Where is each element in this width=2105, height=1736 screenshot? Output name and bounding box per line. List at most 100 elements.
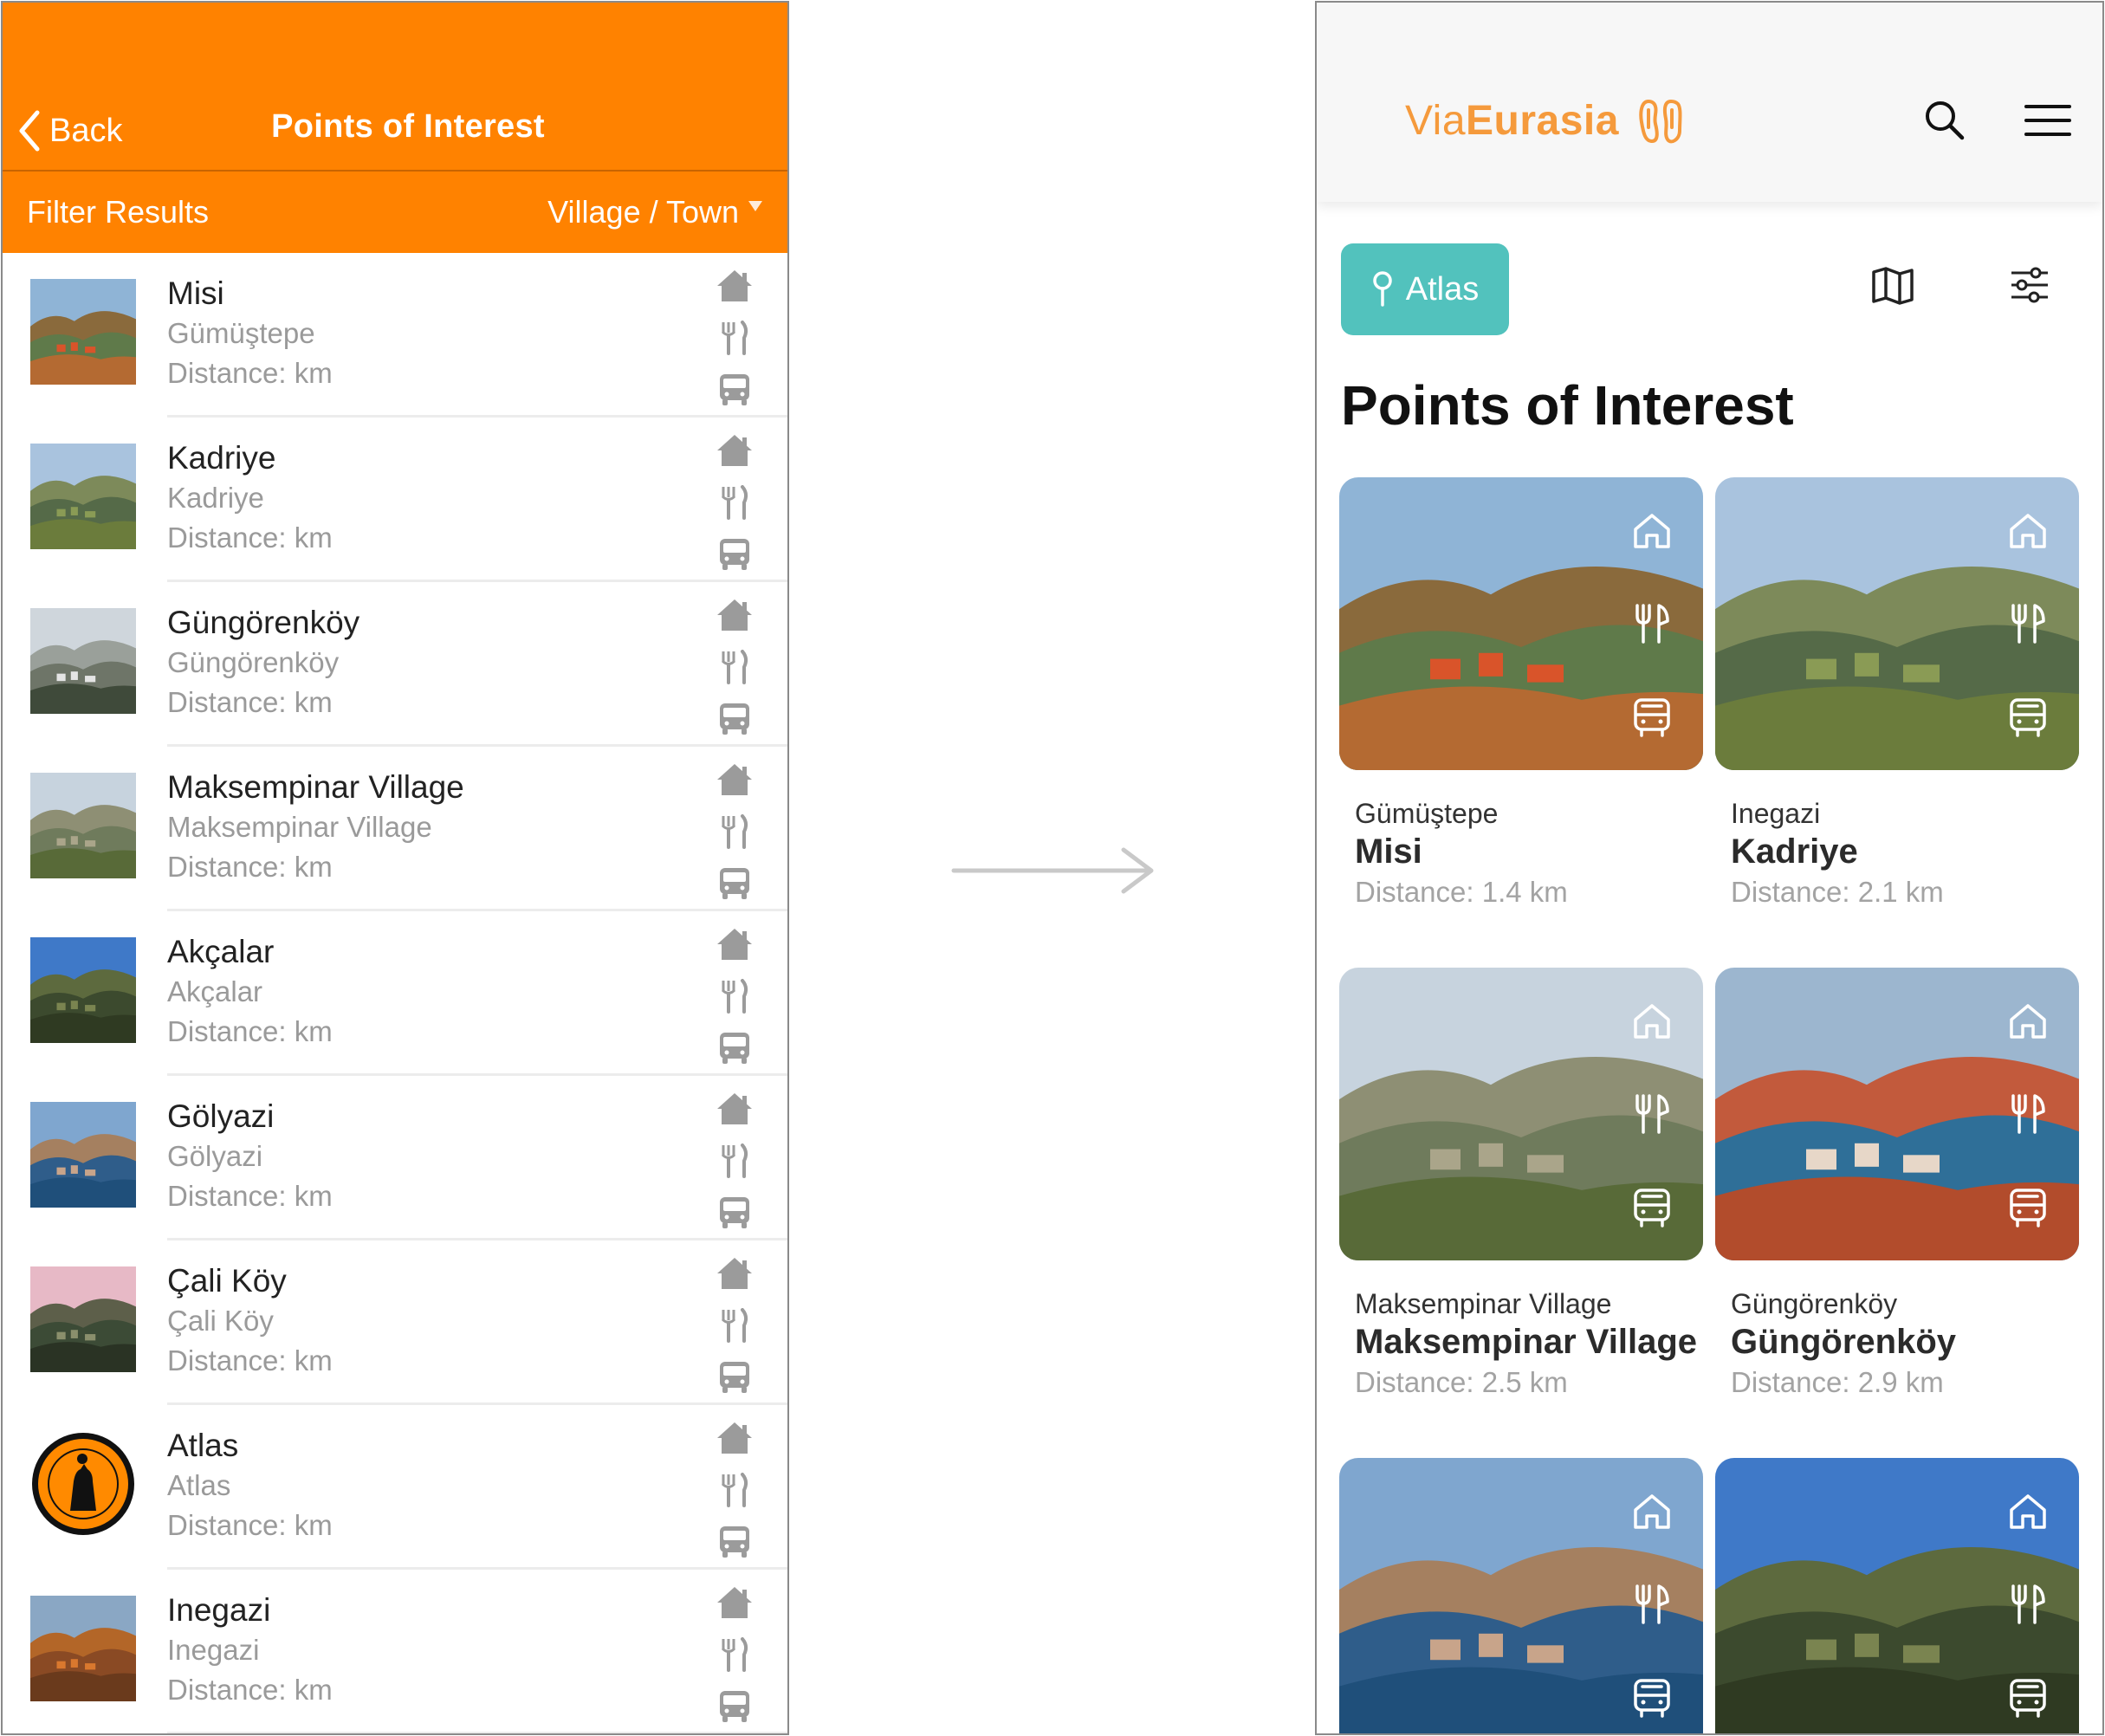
section-title: Points of Interest [1341,374,1794,437]
home-icon [717,435,752,466]
home-icon [717,929,752,960]
poi-card-region: Gümüştepe [1355,798,1499,829]
list-item-name: Misi [167,275,224,311]
cutlery-icon [721,1637,748,1672]
mysia-yollari-logo [32,1433,134,1535]
poi-card[interactable]: Inegazi Kadriye Distance: 2.1 km [1715,477,2079,908]
map-icon[interactable] [1871,267,1914,305]
landscape-photo [30,608,136,714]
amenity-icons [713,1421,756,1559]
filter-dropdown[interactable]: Village / Town [547,194,763,230]
filter-bar: Filter Results Village / Town [3,172,787,253]
home-icon [717,270,752,301]
cutlery-icon [2011,604,2045,644]
list-item-distance: Distance: km [167,1015,333,1047]
brand-text-light: Via [1405,97,1467,144]
row-divider [167,1732,787,1733]
home-icon [717,599,752,631]
poi-card-image [1339,477,1703,770]
page-title: Points of Interest [271,108,545,145]
list-item[interactable]: Atlas Atlas Distance: km [3,1405,787,1570]
bus-icon [1634,1679,1670,1718]
brand-logo[interactable]: Via Eurasia [1405,96,1685,145]
cutlery-icon [1635,604,1669,644]
bus-icon [1634,1189,1670,1228]
list-item-name: Inegazi [167,1592,271,1628]
landscape-photo [30,1596,136,1701]
old-nav-bar: Back Points of Interest [3,3,787,172]
list-item-distance: Distance: km [167,1674,333,1706]
atlas-chip-label: Atlas [1405,270,1480,308]
amenity-icons [1630,1493,1674,1718]
poi-card-distance: Distance: 2.9 km [1731,1366,1944,1398]
cutlery-icon [721,1143,748,1178]
sliders-icon[interactable] [2010,267,2050,303]
search-icon[interactable] [1922,98,1966,141]
list-item[interactable]: Kadriye Kadriye Distance: km [3,418,787,582]
list-item[interactable]: Çali Köy Çali Köy Distance: km [3,1240,787,1405]
landscape-photo [30,937,136,1043]
poi-card-image [1715,477,2079,770]
bus-icon [720,1197,749,1228]
home-icon [1634,514,1670,548]
home-icon [2010,514,2046,548]
list-item-subtitle: Atlas [167,1469,231,1501]
bus-icon [720,539,749,570]
poi-card-image [1715,1458,2079,1733]
poi-card-distance: Distance: 2.5 km [1355,1366,1568,1398]
home-icon [717,764,752,795]
bus-icon [1634,698,1670,737]
list-item-distance: Distance: km [167,851,333,883]
amenity-icons [713,269,756,407]
landscape-photo [30,1102,136,1208]
poi-card[interactable]: Maksempinar Village Maksempinar Village Di… [1339,968,1703,1398]
list-item-name: Kadriye [167,440,276,476]
home-icon [717,1587,752,1618]
amenity-icons [713,433,756,572]
list-item-distance: Distance: km [167,686,333,718]
atlas-chip-button[interactable]: Atlas [1341,243,1509,335]
bus-icon [720,1033,749,1064]
list-item-distance: Distance: km [167,357,333,389]
amenity-icons [713,598,756,736]
home-icon [2010,1004,2046,1039]
list-item[interactable]: Gölyazi Gölyazi Distance: km [3,1076,787,1240]
poi-card-region: Güngörenköy [1731,1288,1898,1319]
amenity-icons [1630,512,1674,737]
list-item-distance: Distance: km [167,1344,333,1376]
amenity-icons [713,762,756,901]
cutlery-icon [2011,1584,2045,1624]
filter-label: Filter Results [27,194,210,230]
amenity-icons [713,1091,756,1230]
list-item[interactable]: Inegazi Inegazi Distance: km [3,1570,787,1733]
landscape-photo [30,444,136,549]
poi-card[interactable]: Gümüştepe Misi Distance: 1.4 km [1339,477,1703,908]
poi-card-image [1339,1458,1703,1733]
caret-down-icon [748,201,762,211]
list-item[interactable]: Maksempinar Village Maksempinar Village Di… [3,747,787,911]
home-icon [1634,1494,1670,1529]
list-item-thumbnail [30,937,136,1043]
poi-card[interactable]: Güngörenköy Güngörenköy Distance: 2.9 km [1715,968,2079,1398]
poi-card[interactable] [1715,1458,2079,1733]
poi-card[interactable] [1339,1458,1703,1733]
list-item-subtitle: Inegazi [167,1634,260,1666]
list-item[interactable]: Güngörenköy Güngörenköy Distance: km [3,582,787,747]
list-item-thumbnail [30,1102,136,1208]
list-item-name: Çali Köy [167,1263,287,1299]
bus-icon [720,1691,749,1722]
filter-value: Village / Town [547,194,739,230]
bus-icon [720,374,749,405]
landscape-photo [30,1266,136,1372]
amenity-icons [713,1585,756,1724]
amenity-icons [713,927,756,1066]
amenity-icons [713,1256,756,1395]
list-item[interactable]: Misi Gümüştepe Distance: km [3,253,787,418]
list-item-subtitle: Kadriye [167,482,264,514]
hamburger-menu-icon[interactable] [2024,103,2071,138]
list-item[interactable]: Akçalar Akçalar Distance: km [3,911,787,1076]
landscape-photo [30,773,136,878]
list-item-name: Güngörenköy [167,605,360,640]
list-item-thumbnail [30,1431,136,1537]
poi-card-name: Maksempinar Village [1355,1323,1697,1361]
